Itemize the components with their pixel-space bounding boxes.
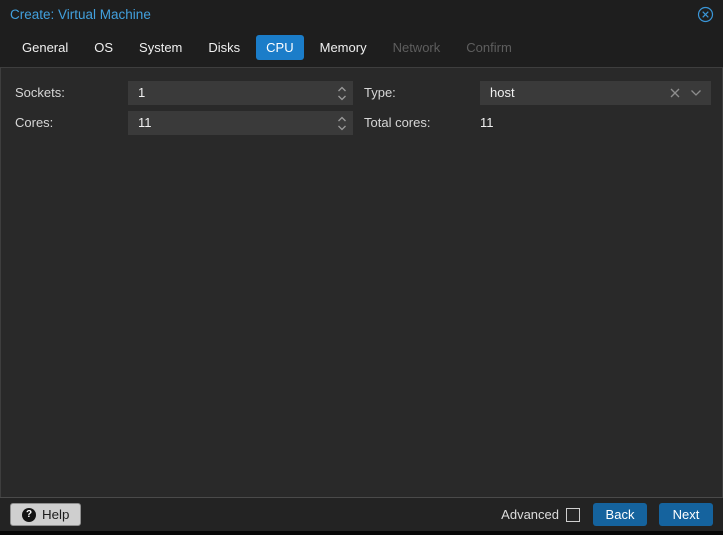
tab-confirm: Confirm — [456, 35, 522, 60]
help-question-icon: ? — [22, 508, 36, 522]
type-value: host — [490, 85, 515, 100]
tab-disks[interactable]: Disks — [198, 35, 250, 60]
cores-input[interactable]: 11 — [128, 111, 353, 135]
sockets-value: 1 — [138, 85, 145, 100]
type-label: Type: — [364, 85, 396, 100]
dialog-title: Create: Virtual Machine — [10, 7, 151, 22]
tab-network: Network — [383, 35, 451, 60]
chevron-down-icon[interactable] — [690, 89, 702, 97]
close-icon[interactable] — [697, 6, 714, 23]
wizard-tabbar: General OS System Disks CPU Memory Netwo… — [0, 28, 723, 67]
cpu-form-panel: Sockets: 1 Type: host — [0, 67, 723, 497]
sockets-label: Sockets: — [15, 85, 65, 100]
advanced-checkbox[interactable] — [566, 508, 580, 522]
dialog-footer: ? Help Advanced Back Next — [0, 497, 723, 531]
cores-label: Cores: — [15, 115, 53, 130]
advanced-label: Advanced — [501, 507, 559, 522]
sockets-input[interactable]: 1 — [128, 81, 353, 105]
help-button-label: Help — [42, 507, 69, 522]
tab-system[interactable]: System — [129, 35, 192, 60]
help-button[interactable]: ? Help — [10, 503, 81, 526]
dialog-titlebar: Create: Virtual Machine — [0, 0, 723, 28]
tab-os[interactable]: OS — [84, 35, 123, 60]
next-button[interactable]: Next — [659, 503, 713, 526]
tab-memory[interactable]: Memory — [310, 35, 377, 60]
total-cores-label: Total cores: — [364, 115, 430, 130]
cores-value: 11 — [138, 115, 152, 130]
type-combo-tools — [670, 81, 711, 105]
create-vm-dialog: Create: Virtual Machine General OS Syste… — [0, 0, 723, 535]
back-button[interactable]: Back — [593, 503, 647, 526]
tab-general[interactable]: General — [12, 35, 78, 60]
sockets-spinner-icon[interactable] — [331, 81, 353, 105]
type-combobox[interactable]: host — [480, 81, 711, 105]
cores-spinner-icon[interactable] — [331, 111, 353, 135]
clear-icon[interactable] — [670, 88, 680, 98]
total-cores-value: 11 — [480, 115, 494, 130]
tab-cpu[interactable]: CPU — [256, 35, 303, 60]
